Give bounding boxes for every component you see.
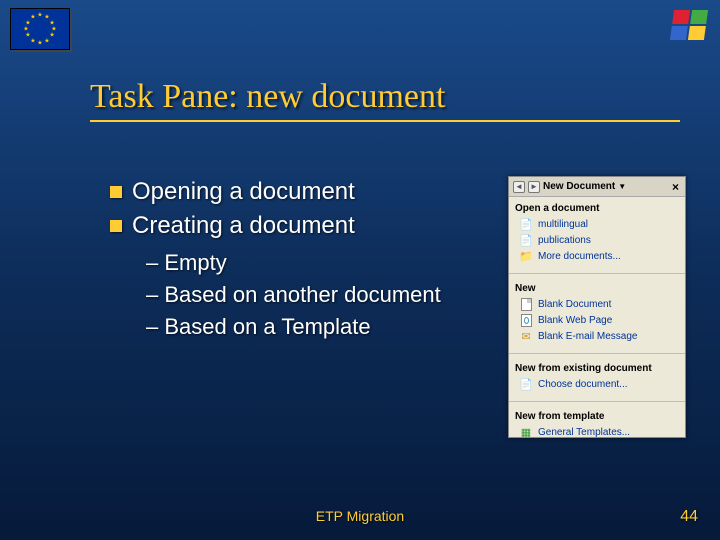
slide: ★★ ★★ ★★ ★★ ★★ ★★ Task Pane: new documen… <box>0 0 720 540</box>
tp-section-title: New <box>515 283 679 294</box>
tp-link[interactable]: Blank Web Page <box>515 312 679 328</box>
forward-icon[interactable]: ► <box>528 181 540 193</box>
page-number: 44 <box>680 508 698 526</box>
tp-section-title: New from template <box>515 411 679 422</box>
tp-section-title: New from existing document <box>515 363 679 374</box>
bullet-item: Creating a document <box>110 212 470 240</box>
mail-icon: ✉ <box>519 329 533 343</box>
footer-text: ETP Migration <box>0 508 720 524</box>
tp-section-new: New Blank Document Blank Web Page ✉ Blank… <box>509 277 685 350</box>
tp-link[interactable]: 📄 Choose document... <box>515 376 679 392</box>
document-icon <box>519 297 533 311</box>
dropdown-icon[interactable]: ▼ <box>618 182 626 191</box>
slide-body: Opening a document Creating a document –… <box>110 178 470 346</box>
tp-section-open: Open a document 📄 multilingual 📄 publicati… <box>509 197 685 270</box>
tp-link-label: Blank Web Page <box>538 315 612 326</box>
folder-icon: 📁 <box>519 249 533 263</box>
tp-link[interactable]: ✉ Blank E-mail Message <box>515 328 679 344</box>
bullet-item: Opening a document <box>110 178 470 206</box>
tp-link[interactable]: Blank Document <box>515 296 679 312</box>
sub-bullet: – Based on a Template <box>146 314 470 340</box>
back-icon[interactable]: ◄ <box>513 181 525 193</box>
divider <box>509 273 685 274</box>
divider <box>509 401 685 402</box>
tp-link-label: Blank E-mail Message <box>538 331 637 342</box>
document-icon: 📄 <box>519 217 533 231</box>
sub-bullet: – Based on another document <box>146 282 470 308</box>
web-icon <box>519 313 533 327</box>
document-icon: 📄 <box>519 233 533 247</box>
bullet-text: Creating a document <box>132 212 355 240</box>
windows-logo-icon <box>670 10 708 40</box>
document-icon: 📄 <box>519 377 533 391</box>
close-icon[interactable]: × <box>670 180 681 194</box>
sub-bullet: – Empty <box>146 250 470 276</box>
tp-link[interactable]: 📄 publications <box>515 232 679 248</box>
bullet-icon <box>110 186 122 198</box>
tp-link[interactable]: ▦ General Templates... <box>515 424 679 438</box>
tp-link-label: More documents... <box>538 251 621 262</box>
divider <box>509 353 685 354</box>
slide-title: Task Pane: new document <box>90 78 680 122</box>
tp-link-label: General Templates... <box>538 427 630 438</box>
task-pane-header: ◄ ► New Document ▼ × <box>509 177 685 197</box>
tp-link-label: Blank Document <box>538 299 611 310</box>
tp-link-label: Choose document... <box>538 379 628 390</box>
tp-link-label: multilingual <box>538 219 588 230</box>
tp-section-template: New from template ▦General Templates... … <box>509 405 685 438</box>
tp-section-title: Open a document <box>515 203 679 214</box>
task-pane: ◄ ► New Document ▼ × Open a document 📄 mu… <box>508 176 686 438</box>
tp-link-more[interactable]: 📁 More documents... <box>515 248 679 264</box>
tp-link[interactable]: 📄 multilingual <box>515 216 679 232</box>
tp-link-label: publications <box>538 235 591 246</box>
template-icon: ▦ <box>519 425 533 438</box>
eu-flag-icon: ★★ ★★ ★★ ★★ ★★ ★★ <box>10 8 70 50</box>
tp-section-existing: New from existing document 📄 Choose docum… <box>509 357 685 398</box>
task-pane-title: New Document <box>543 181 615 192</box>
bullet-icon <box>110 220 122 232</box>
bullet-text: Opening a document <box>132 178 355 206</box>
sub-bullets: – Empty – Based on another document – Ba… <box>146 250 470 340</box>
